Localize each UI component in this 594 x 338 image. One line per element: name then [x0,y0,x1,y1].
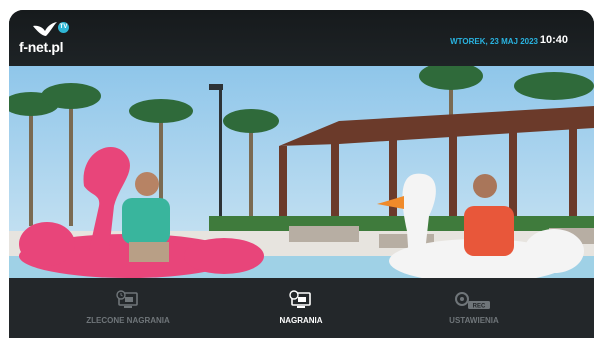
bird-logo-icon [33,22,57,36]
scheduled-recordings-icon [116,290,138,308]
nav-recordings[interactable]: NAGRANIA [226,290,376,325]
top-header: TV f-net.pl WTOREK, 23 MAJ 2023 10:40 [9,10,594,66]
nav-label: USTAWIENIA [449,316,499,325]
rec-badge: REC [473,304,486,310]
video-frame [9,66,594,278]
logo-text: f-net.pl [19,39,64,55]
nav-label: ZLECONE NAGRANIA [86,316,170,325]
tv-screen: TV f-net.pl WTOREK, 23 MAJ 2023 10:40 ZL… [9,10,594,338]
nav-scheduled-recordings[interactable]: ZLECONE NAGRANIA [53,290,203,325]
recordings-icon [289,290,311,308]
bottom-navigation: ZLECONE NAGRANIA NAGRANIA REC USTAWIENIA [9,278,594,338]
nav-label: NAGRANIA [279,316,323,325]
settings-rec-icon: REC [455,292,490,310]
live-video-preview [9,66,594,278]
nav-settings[interactable]: REC USTAWIENIA [399,290,549,325]
current-time: 10:40 [539,34,568,46]
brand-logo: TV f-net.pl [19,22,79,58]
current-date: WTOREK, 23 MAJ 2023 [450,37,538,46]
tv-badge: TV [58,22,69,33]
